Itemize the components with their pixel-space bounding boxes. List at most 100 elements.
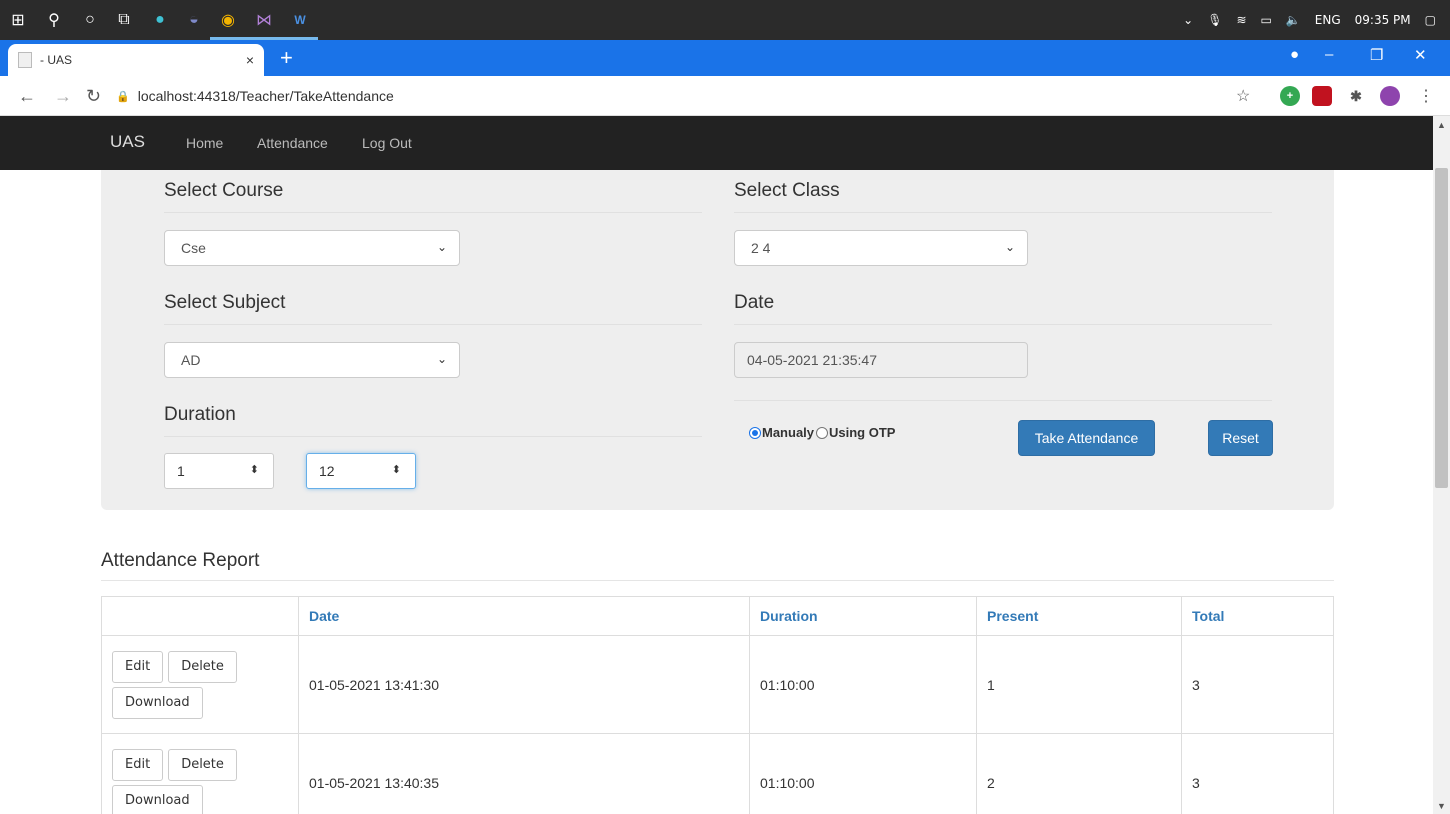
eclipse-app-icon[interactable]: ◒ (180, 6, 208, 34)
volume-icon[interactable]: 🔈 (1286, 13, 1301, 27)
take-attendance-button[interactable]: Take Attendance (1018, 420, 1155, 456)
subject-select-value: AD (181, 352, 201, 368)
cortana-icon[interactable]: ○ (76, 6, 104, 34)
word-app-icon[interactable]: W (286, 6, 314, 34)
battery-icon[interactable]: ▭ (1261, 13, 1272, 27)
course-select[interactable]: Cse ⌄ (164, 230, 460, 266)
subject-select[interactable]: AD ⌄ (164, 342, 460, 378)
edit-button[interactable]: Edit (112, 748, 164, 781)
nav-link-attendance[interactable]: Attendance (257, 135, 328, 151)
clock[interactable]: 09:35 PM (1355, 13, 1411, 27)
table-header-row: Date Duration Present Total (101, 596, 1334, 636)
duration-hours-input[interactable]: 1 ⬍ (164, 453, 274, 489)
cell-duration: 01:10:00 (749, 733, 977, 814)
spinner-arrows-icon[interactable]: ⬍ (250, 463, 259, 476)
select-course-label: Select Course (164, 180, 702, 213)
reset-button[interactable]: Reset (1208, 420, 1273, 456)
lock-icon: 🔒 (116, 90, 130, 103)
mode-manual-label[interactable]: Manualy (762, 425, 814, 440)
mode-manual-radio[interactable] (749, 426, 761, 439)
date-value: 04-05-2021 21:35:47 (747, 352, 877, 368)
windows-start-icon[interactable]: ⊞ (4, 6, 32, 34)
browser-tab-strip: - UAS × + ● – ❐ ✕ (0, 40, 1450, 76)
edit-button[interactable]: Edit (112, 650, 164, 683)
mode-otp-radio[interactable] (816, 426, 829, 439)
divider (734, 400, 1272, 401)
duration-label: Duration (164, 404, 702, 437)
extension-plus-icon[interactable]: + (1280, 86, 1300, 106)
attendance-report-title: Attendance Report (101, 550, 1334, 581)
profile-menu-icon[interactable]: ● (1290, 46, 1299, 63)
page-scrollbar[interactable]: ▲ ▼ (1433, 116, 1450, 814)
browser-tab[interactable]: - UAS × (8, 44, 264, 76)
column-header-duration[interactable]: Duration (749, 596, 977, 636)
app-navbar: UAS Home Attendance Log Out (0, 116, 1433, 170)
select-subject-label: Select Subject (164, 292, 702, 325)
duration-minutes-value: 12 (319, 463, 335, 479)
nav-link-home[interactable]: Home (186, 135, 223, 151)
tab-close-icon[interactable]: × (246, 52, 254, 68)
cell-date: 01-05-2021 13:40:35 (298, 733, 750, 814)
ublock-icon[interactable] (1312, 86, 1332, 106)
attendance-report-table: Date Duration Present Total Edit Delete … (101, 596, 1334, 814)
scroll-up-arrow-icon[interactable]: ▲ (1433, 116, 1450, 133)
delete-button[interactable]: Delete (168, 650, 237, 683)
visual-studio-icon[interactable]: ⋈ (250, 6, 278, 34)
back-arrow-icon[interactable]: ← (18, 86, 36, 107)
scrollbar-thumb[interactable] (1435, 168, 1448, 488)
wifi-icon[interactable]: ≋ (1236, 13, 1246, 27)
nav-link-logout[interactable]: Log Out (362, 135, 412, 151)
restore-window-icon[interactable]: ❐ (1370, 46, 1383, 64)
cell-total: 3 (1181, 635, 1334, 734)
language-indicator[interactable]: ENG (1315, 13, 1341, 27)
cell-total: 3 (1181, 733, 1334, 814)
mode-otp-label[interactable]: Using OTP (829, 425, 895, 440)
duration-minutes-input[interactable]: 12 ⬍ (306, 453, 416, 489)
windows-taskbar: ⊞ ⚲ ○ ⧉ ● ◒ ◉ ⋈ W ⌄ 🎙 ≋ ▭ 🔈 ENG 09:35 PM… (0, 0, 1450, 40)
class-select[interactable]: 2 4 ⌄ (734, 230, 1028, 266)
new-tab-button[interactable]: + (280, 47, 293, 69)
cell-present: 2 (976, 733, 1182, 814)
edge-browser-icon[interactable]: ● (146, 6, 174, 34)
browser-toolbar: ← → ↻ 🔒 localhost:44318/Teacher/TakeAtte… (0, 76, 1450, 116)
chevron-down-icon: ⌄ (436, 240, 447, 254)
cell-date: 01-05-2021 13:41:30 (298, 635, 750, 734)
spinner-arrows-icon[interactable]: ⬍ (392, 463, 401, 476)
task-view-icon[interactable]: ⧉ (110, 6, 138, 34)
chrome-app-icon[interactable]: ◉ (214, 6, 242, 34)
download-button[interactable]: Download (112, 784, 203, 814)
column-header-present[interactable]: Present (976, 596, 1182, 636)
close-window-icon[interactable]: ✕ (1414, 46, 1427, 64)
notifications-icon[interactable]: ▢ (1425, 13, 1436, 27)
forward-arrow-icon[interactable]: → (54, 86, 72, 107)
menu-kebab-icon[interactable]: ⋮ (1418, 86, 1434, 106)
row-actions-cell: Edit Delete Download (101, 635, 299, 734)
column-header-date[interactable]: Date (298, 596, 750, 636)
delete-button[interactable]: Delete (168, 748, 237, 781)
course-select-value: Cse (181, 240, 206, 256)
attendance-form-panel: Select Course Cse ⌄ Select Class 2 4 ⌄ S… (101, 170, 1334, 510)
microphone-icon[interactable]: 🎙 (1207, 13, 1222, 27)
brand-link[interactable]: UAS (110, 132, 145, 152)
reload-icon[interactable]: ↻ (86, 86, 101, 107)
page-favicon-icon (18, 52, 32, 68)
profile-avatar-icon[interactable] (1380, 86, 1400, 106)
date-label: Date (734, 292, 1272, 325)
row-actions-cell: Edit Delete Download (101, 733, 299, 814)
address-bar[interactable]: 🔒 localhost:44318/Teacher/TakeAttendance (116, 82, 1266, 110)
cell-duration: 01:10:00 (749, 635, 977, 734)
select-class-label: Select Class (734, 180, 1272, 213)
extensions-puzzle-icon[interactable]: ✱ (1346, 86, 1366, 106)
chevron-down-icon: ⌄ (436, 352, 447, 366)
download-button[interactable]: Download (112, 686, 203, 719)
bookmark-star-icon[interactable]: ☆ (1236, 86, 1250, 106)
cell-present: 1 (976, 635, 1182, 734)
tray-chevron-up-icon[interactable]: ⌄ (1183, 13, 1193, 27)
scroll-down-arrow-icon[interactable]: ▼ (1433, 797, 1450, 814)
minimize-window-icon[interactable]: – (1325, 46, 1333, 63)
search-icon[interactable]: ⚲ (40, 6, 68, 34)
date-field: 04-05-2021 21:35:47 (734, 342, 1028, 378)
column-header-total[interactable]: Total (1181, 596, 1334, 636)
attendance-mode-group: Manualy Using OTP (749, 425, 895, 440)
class-select-value: 2 4 (751, 240, 771, 256)
